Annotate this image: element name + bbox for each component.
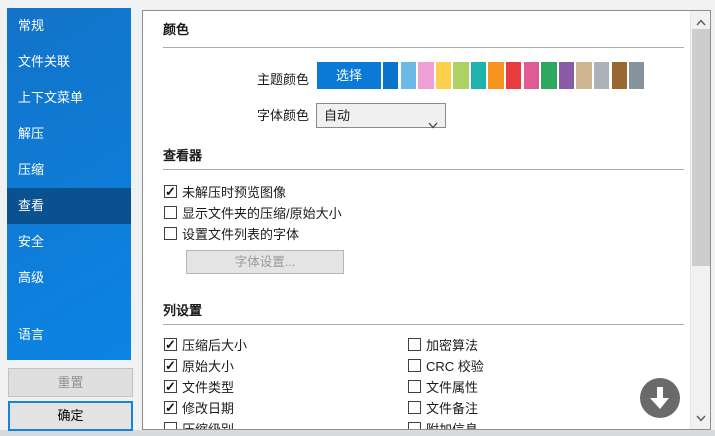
theme-swatch[interactable] xyxy=(541,62,556,89)
checkbox-box[interactable] xyxy=(408,359,421,372)
checkbox-box[interactable] xyxy=(408,380,421,393)
settings-content-panel: 颜色 主题颜色 选择 字体颜色 自动 查看器 未解压时预览图像 显示文件夹的压缩… xyxy=(142,10,711,430)
scrollbar-thumb[interactable] xyxy=(692,29,711,266)
checkbox-label: 显示文件夹的压缩/原始大小 xyxy=(182,203,342,222)
checkbox-label: 附加信息 xyxy=(426,419,478,430)
checkbox-box[interactable] xyxy=(408,401,421,414)
options-dialog: { "sidebar": { "items": [ {"label": "常规"… xyxy=(0,0,715,436)
checkbox-encryption-algorithm[interactable]: 加密算法 xyxy=(408,337,478,352)
checkbox-box[interactable] xyxy=(164,227,177,240)
checkbox-compressed-size[interactable]: 压缩后大小 xyxy=(164,337,247,352)
chevron-down-icon xyxy=(428,113,438,136)
checkbox-compression-level[interactable]: 压缩级别 xyxy=(164,421,234,430)
checkbox-box[interactable] xyxy=(164,359,177,372)
scroll-down-icon[interactable] xyxy=(691,410,711,426)
sidebar-item-security[interactable]: 安全 xyxy=(7,224,131,260)
choose-theme-color-button[interactable]: 选择 xyxy=(317,62,381,89)
checkbox-box[interactable] xyxy=(408,422,421,430)
section-divider xyxy=(163,169,684,170)
checkbox-file-type[interactable]: 文件类型 xyxy=(164,379,234,394)
theme-swatch[interactable] xyxy=(488,62,503,89)
theme-swatch[interactable] xyxy=(453,62,468,89)
checkbox-file-attributes[interactable]: 文件属性 xyxy=(408,379,478,394)
checkbox-label: 文件类型 xyxy=(182,377,234,396)
checkbox-preview-images[interactable]: 未解压时预览图像 xyxy=(164,184,286,199)
checkbox-label: 修改日期 xyxy=(182,398,234,417)
theme-swatch[interactable] xyxy=(612,62,627,89)
sidebar-item-file-association[interactable]: 文件关联 xyxy=(7,44,131,80)
checkbox-label: 原始大小 xyxy=(182,356,234,375)
font-color-selected-value: 自动 xyxy=(324,108,350,123)
sidebar-item-view[interactable]: 查看 xyxy=(7,188,131,224)
section-divider xyxy=(163,324,684,325)
checkbox-box[interactable] xyxy=(164,380,177,393)
checkbox-file-comment[interactable]: 文件备注 xyxy=(408,400,478,415)
theme-swatch[interactable] xyxy=(576,62,591,89)
checkbox-label: 文件属性 xyxy=(426,377,478,396)
theme-swatch[interactable] xyxy=(418,62,433,89)
checkbox-box[interactable] xyxy=(164,206,177,219)
checkbox-crc-check[interactable]: CRC 校验 xyxy=(408,358,484,373)
theme-swatch[interactable] xyxy=(401,62,416,89)
checkbox-box[interactable] xyxy=(164,338,177,351)
checkbox-box[interactable] xyxy=(164,422,177,430)
section-divider xyxy=(163,47,684,48)
checkbox-label: CRC 校验 xyxy=(426,356,484,375)
sidebar-item-general[interactable]: 常规 xyxy=(7,8,131,44)
theme-swatch[interactable] xyxy=(506,62,521,89)
checkbox-folder-sizes[interactable]: 显示文件夹的压缩/原始大小 xyxy=(164,205,342,220)
theme-swatch[interactable] xyxy=(559,62,574,89)
theme-swatch[interactable] xyxy=(383,62,398,89)
font-settings-button[interactable]: 字体设置... xyxy=(186,250,344,274)
checkbox-box[interactable] xyxy=(164,185,177,198)
checkbox-label: 压缩级别 xyxy=(182,419,234,430)
theme-swatch[interactable] xyxy=(436,62,451,89)
theme-color-swatches xyxy=(383,62,644,89)
down-arrow-icon xyxy=(649,386,671,410)
sidebar-item-extract[interactable]: 解压 xyxy=(7,116,131,152)
checkbox-file-list-font[interactable]: 设置文件列表的字体 xyxy=(164,226,299,241)
checkbox-box[interactable] xyxy=(408,338,421,351)
theme-swatch[interactable] xyxy=(594,62,609,89)
checkbox-label: 压缩后大小 xyxy=(182,335,247,354)
checkbox-label: 文件备注 xyxy=(426,398,478,417)
checkbox-original-size[interactable]: 原始大小 xyxy=(164,358,234,373)
scroll-to-bottom-button[interactable] xyxy=(640,378,680,418)
colors-section-title: 颜色 xyxy=(163,19,189,38)
checkbox-label: 加密算法 xyxy=(426,335,478,354)
sidebar-item-compress[interactable]: 压缩 xyxy=(7,152,131,188)
font-color-select[interactable]: 自动 xyxy=(316,103,446,128)
checkbox-box[interactable] xyxy=(164,401,177,414)
checkbox-label: 未解压时预览图像 xyxy=(182,182,286,201)
ok-button[interactable]: 确定 xyxy=(8,401,133,431)
checkbox-modified-date[interactable]: 修改日期 xyxy=(164,400,234,415)
theme-swatch[interactable] xyxy=(471,62,486,89)
sidebar-item-advanced[interactable]: 高级 xyxy=(7,260,131,296)
vertical-scrollbar[interactable] xyxy=(690,11,710,429)
columns-section-title: 列设置 xyxy=(163,300,202,319)
sidebar-item-context-menu[interactable]: 上下文菜单 xyxy=(7,80,131,116)
font-color-label: 字体颜色 xyxy=(257,103,309,128)
scroll-up-icon[interactable] xyxy=(691,14,711,30)
viewer-section-title: 查看器 xyxy=(163,145,202,164)
theme-color-label: 主题颜色 xyxy=(257,66,309,93)
reset-button[interactable]: 重置 xyxy=(8,368,133,397)
checkbox-extra-info[interactable]: 附加信息 xyxy=(408,421,478,430)
sidebar-item-language[interactable]: 语言 xyxy=(7,317,131,353)
checkbox-label: 设置文件列表的字体 xyxy=(182,224,299,243)
theme-swatch[interactable] xyxy=(524,62,539,89)
theme-swatch[interactable] xyxy=(629,62,644,89)
settings-nav-sidebar: 常规 文件关联 上下文菜单 解压 压缩 查看 安全 高级 语言 xyxy=(7,8,131,360)
